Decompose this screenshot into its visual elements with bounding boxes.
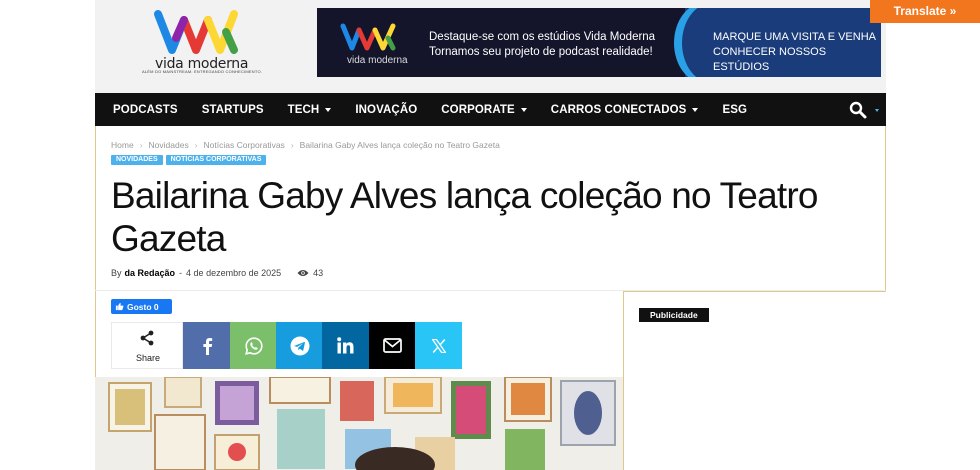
nav-item-corporate[interactable]: CORPORATE xyxy=(441,104,527,116)
banner-headline-line1: Destaque-se com os estúdios Vida Moderna xyxy=(429,31,656,43)
banner-cta-line2: CONHECER NOSSOS ESTÚDIOS xyxy=(713,46,827,73)
nav-item-tech[interactable]: TECH xyxy=(288,104,332,116)
nav-item-carros-conectados[interactable]: CARROS CONECTADOS xyxy=(551,104,699,116)
banner-cta-line1: MARQUE UMA VISITA E VENHA xyxy=(713,31,876,43)
share-icon xyxy=(140,330,154,346)
studio-banner-ad[interactable]: vida moderna Destaque-se com os estúdios… xyxy=(317,8,881,77)
logo-tagline: ALÉM DO MAINSTREAM. ENTREGANDO CONHECIME… xyxy=(142,69,263,74)
nav-item-label: INOVAÇÃO xyxy=(355,103,418,116)
meta-by: By xyxy=(111,268,122,278)
x-icon xyxy=(431,338,446,353)
article-title-line2: Gazeta xyxy=(111,218,226,259)
share-telegram-button[interactable] xyxy=(276,322,323,369)
search-icon[interactable] xyxy=(849,101,867,119)
banner-headline-line2: Tornamos seu projeto de podcast realidad… xyxy=(429,46,653,58)
nav-item-label: STARTUPS xyxy=(201,103,264,116)
article-title-line1: Bailarina Gaby Alves lança coleção no Te… xyxy=(111,175,818,216)
main-nav: PODCASTS STARTUPS TECH INOVAÇÃO CORPORATE CAR… xyxy=(95,93,886,126)
article-title: Bailarina Gaby Alves lança coleção no Te… xyxy=(111,174,851,260)
page: vida moderna ALÉM DO MAINSTREAM. ENTREGA… xyxy=(0,0,980,470)
nav-item-esg[interactable]: ESG xyxy=(722,104,747,116)
breadcrumb-home[interactable]: Home xyxy=(111,140,134,150)
breadcrumb-separator: › xyxy=(139,140,143,150)
chevron-down-icon xyxy=(692,107,699,112)
article-photo xyxy=(95,377,623,470)
breadcrumb-separator: › xyxy=(194,140,198,150)
nav-item-inova-o[interactable]: INOVAÇÃO xyxy=(355,104,417,116)
facebook-like-button[interactable]: Gosto 0 xyxy=(111,299,172,314)
breadcrumb-current: Bailarina Gaby Alves lança coleção no Te… xyxy=(299,140,500,150)
chevron-down-icon xyxy=(520,107,527,112)
nav-items: PODCASTS STARTUPS TECH INOVAÇÃO CORPORATE CAR… xyxy=(113,93,771,126)
meta-date: 4 de dezembro de 2025 xyxy=(186,268,282,278)
breadcrumb: Home › Novidades › Notícias Corporativas… xyxy=(111,140,506,150)
like-label: Gosto 0 xyxy=(127,301,159,312)
banner-cta: MARQUE UMA VISITA E VENHA CONHECER NOSSO… xyxy=(713,30,881,75)
breadcrumb-novidades[interactable]: Novidades xyxy=(149,140,189,150)
banner-headline: Destaque-se com os estúdios Vida Moderna… xyxy=(429,30,655,60)
translate-button[interactable]: Translate » xyxy=(870,0,980,23)
whatsapp-icon xyxy=(244,336,263,355)
thumbs-up-icon xyxy=(115,302,124,311)
breadcrumb-noticias-corporativas[interactable]: Notícias Corporativas xyxy=(204,140,285,150)
nav-item-label: CORPORATE xyxy=(441,103,515,116)
share-label: Share xyxy=(135,353,161,363)
share-block: Share xyxy=(111,322,183,369)
chevron-down-icon xyxy=(325,107,332,112)
article-meta: By da Redação - 4 de dezembro de 2025 43 xyxy=(111,268,323,278)
meta-author[interactable]: da Redação xyxy=(125,268,176,278)
nav-item-label: PODCASTS xyxy=(113,103,178,116)
nav-item-label: CARROS CONECTADOS xyxy=(550,103,687,116)
eye-icon xyxy=(297,270,309,276)
nav-dropdown-indicator[interactable] xyxy=(875,109,879,112)
share-whatsapp-button[interactable] xyxy=(230,322,277,369)
category-tags: NOVIDADES NOTÍCIAS CORPORATIVAS xyxy=(111,155,269,165)
breadcrumb-separator: › xyxy=(290,140,294,150)
email-icon xyxy=(383,338,402,353)
tag-novidades[interactable]: NOVIDADES xyxy=(111,155,163,165)
facebook-icon xyxy=(202,337,212,355)
nav-item-startups[interactable]: STARTUPS xyxy=(202,104,264,116)
share-email-button[interactable] xyxy=(369,322,416,369)
banner-logo-text: vida moderna xyxy=(347,55,408,66)
share-linkedin-button[interactable] xyxy=(322,322,369,369)
tag-noticias-corporativas[interactable]: NOTÍCIAS CORPORATIVAS xyxy=(165,155,267,165)
nav-item-label: TECH xyxy=(287,103,320,116)
meta-dash: - xyxy=(179,268,183,278)
ad-label: Publicidade xyxy=(639,308,709,322)
telegram-icon xyxy=(290,336,309,355)
linkedin-icon xyxy=(337,337,354,354)
nav-item-label: ESG xyxy=(722,103,748,116)
share-facebook-button[interactable] xyxy=(183,322,230,369)
meta-views: 43 xyxy=(313,268,324,278)
share-twitter-button[interactable] xyxy=(415,322,462,369)
nav-item-podcasts[interactable]: PODCASTS xyxy=(113,104,178,116)
